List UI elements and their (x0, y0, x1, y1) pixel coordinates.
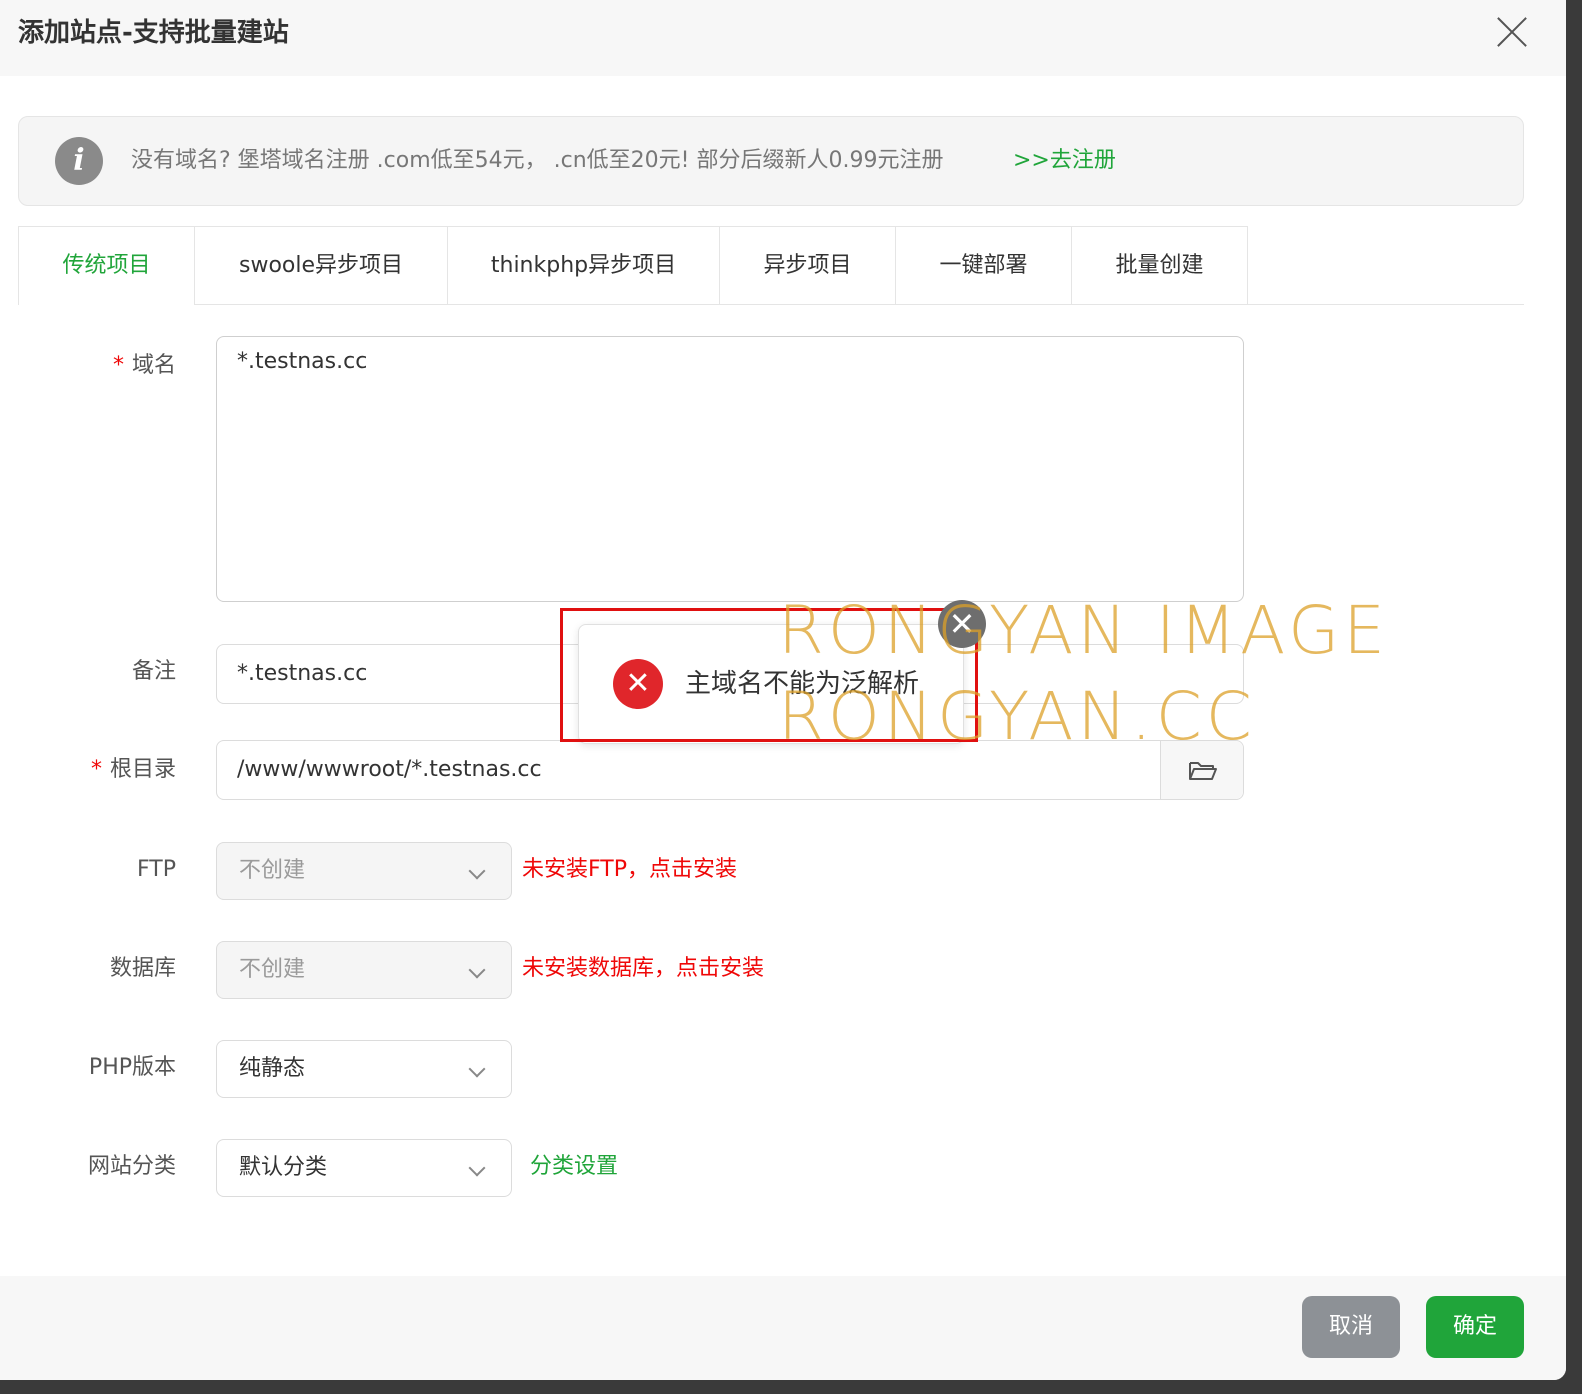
root-dir-value: /www/wwwroot/*.testnas.cc (237, 757, 542, 782)
chevron-down-icon (468, 1060, 486, 1078)
database-select[interactable]: 不创建 (216, 941, 512, 999)
install-database-link[interactable]: 未安装数据库，点击安装 (522, 951, 764, 987)
watermark-line-2: RONGYAN.CC (778, 678, 1256, 755)
dialog-titlebar: 添加站点-支持批量建站 (0, 0, 1566, 76)
ftp-label: FTP (137, 857, 176, 882)
notice-text: 没有域名? 堡塔域名注册 .com低至54元， .cn低至20元! 部分后缀新人… (131, 148, 944, 173)
tab-thinkphp[interactable]: thinkphp异步项目 (447, 226, 720, 304)
domain-textarea[interactable]: *.testnas.cc (216, 336, 1244, 602)
watermark-line-1: RONGYAN IMAGE (778, 592, 1389, 669)
tab-traditional[interactable]: 传统项目 (18, 226, 195, 305)
tab-swoole[interactable]: swoole异步项目 (194, 226, 448, 304)
info-icon: i (55, 137, 103, 185)
chevron-down-icon (468, 862, 486, 880)
php-version-value: 纯静态 (239, 1056, 306, 1081)
category-value: 默认分类 (239, 1155, 328, 1180)
php-version-label: PHP版本 (88, 1055, 176, 1080)
ftp-select[interactable]: 不创建 (216, 842, 512, 900)
category-label: 网站分类 (87, 1154, 176, 1179)
ftp-select-value: 不创建 (239, 858, 306, 883)
dialog-footer: 取消 确定 (0, 1276, 1566, 1380)
database-select-value: 不创建 (239, 957, 306, 982)
dialog-title: 添加站点-支持批量建站 (18, 18, 289, 48)
root-dir-label: * 根目录 (90, 757, 176, 782)
category-settings-link[interactable]: 分类设置 (530, 1149, 618, 1185)
install-ftp-link[interactable]: 未安装FTP，点击安装 (522, 852, 737, 888)
php-version-select[interactable]: 纯静态 (216, 1040, 512, 1098)
chevron-down-icon (468, 961, 486, 979)
confirm-button[interactable]: 确定 (1426, 1296, 1524, 1358)
project-tabs: 传统项目 swoole异步项目 thinkphp异步项目 异步项目 一键部署 批… (18, 226, 1524, 305)
register-link[interactable]: >>去注册 (1013, 143, 1116, 179)
domain-notice: i 没有域名? 堡塔域名注册 .com低至54元， .cn低至20元! 部分后缀… (18, 116, 1524, 206)
category-select[interactable]: 默认分类 (216, 1139, 512, 1197)
chevron-down-icon (468, 1159, 486, 1177)
tab-one-click-deploy[interactable]: 一键部署 (895, 226, 1072, 304)
cancel-button[interactable]: 取消 (1302, 1296, 1400, 1358)
remark-label: 备注 (131, 659, 176, 684)
database-label: 数据库 (109, 956, 176, 981)
domain-label: * 域名 (112, 353, 176, 378)
tab-async[interactable]: 异步项目 (719, 226, 896, 304)
close-icon[interactable] (1492, 12, 1532, 52)
tab-batch-create[interactable]: 批量创建 (1071, 226, 1248, 304)
